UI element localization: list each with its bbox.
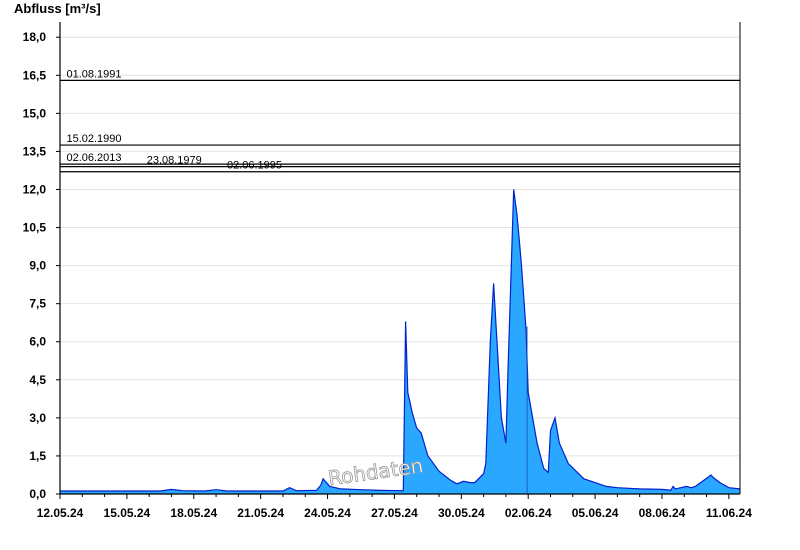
reference-line-label: 01.08.1991 (66, 68, 121, 80)
discharge-chart: Abfluss [m³/s] 01.08.1991 15.02.1990 02.06… (14, 1, 752, 520)
discharge-line (60, 189, 741, 492)
x-tick-label: 24.05.24 (304, 506, 351, 520)
y-tick-label: 7,5 (29, 297, 46, 311)
x-tick-label: 15.05.24 (104, 506, 151, 520)
reference-line-label: 02.06.2013 (66, 152, 121, 164)
y-tick-label: 10,5 (23, 221, 47, 235)
x-tick-label: 08.06.24 (639, 506, 686, 520)
x-tick-label: 12.05.24 (37, 506, 84, 520)
y-tick-label: 0,0 (29, 487, 46, 501)
x-tick-label: 05.06.24 (572, 506, 619, 520)
y-tick-label: 13,5 (23, 144, 47, 158)
y-tick-label: 3,0 (29, 411, 46, 425)
axes: 0,0 1,5 3,0 4,5 6,0 7,5 9,0 10,5 12,0 13,5 15,0 16,… (23, 22, 752, 520)
y-tick-label: 15,0 (23, 106, 47, 120)
reference-line-label: 23.08.1979 (147, 155, 202, 167)
y-tick-label: 6,0 (29, 335, 46, 349)
y-axis-title: Abfluss [m³/s] (14, 1, 101, 16)
x-tick-label: 18.05.24 (170, 506, 217, 520)
y-tick-label: 12,0 (23, 182, 47, 196)
grid-layer (60, 36, 740, 457)
x-tick-label: 11.06.24 (706, 506, 752, 520)
reference-lines: 01.08.1991 15.02.1990 02.06.2013 23.08.1979… (60, 68, 740, 173)
y-tick-label: 9,0 (29, 259, 46, 273)
y-tick-label: 1,5 (29, 449, 46, 463)
y-tick-label: 4,5 (29, 373, 46, 387)
y-tick-label: 16,5 (23, 68, 47, 82)
x-tick-label: 02.06.24 (505, 506, 552, 520)
x-tick-label: 21.05.24 (237, 506, 284, 520)
y-tick-label: 18,0 (23, 30, 47, 44)
x-tick-label: 30.05.24 (438, 506, 485, 520)
reference-line-label: 15.02.1990 (66, 133, 121, 145)
x-tick-label: 27.05.24 (371, 506, 418, 520)
reference-line-label: 02.06.1995 (227, 160, 282, 172)
